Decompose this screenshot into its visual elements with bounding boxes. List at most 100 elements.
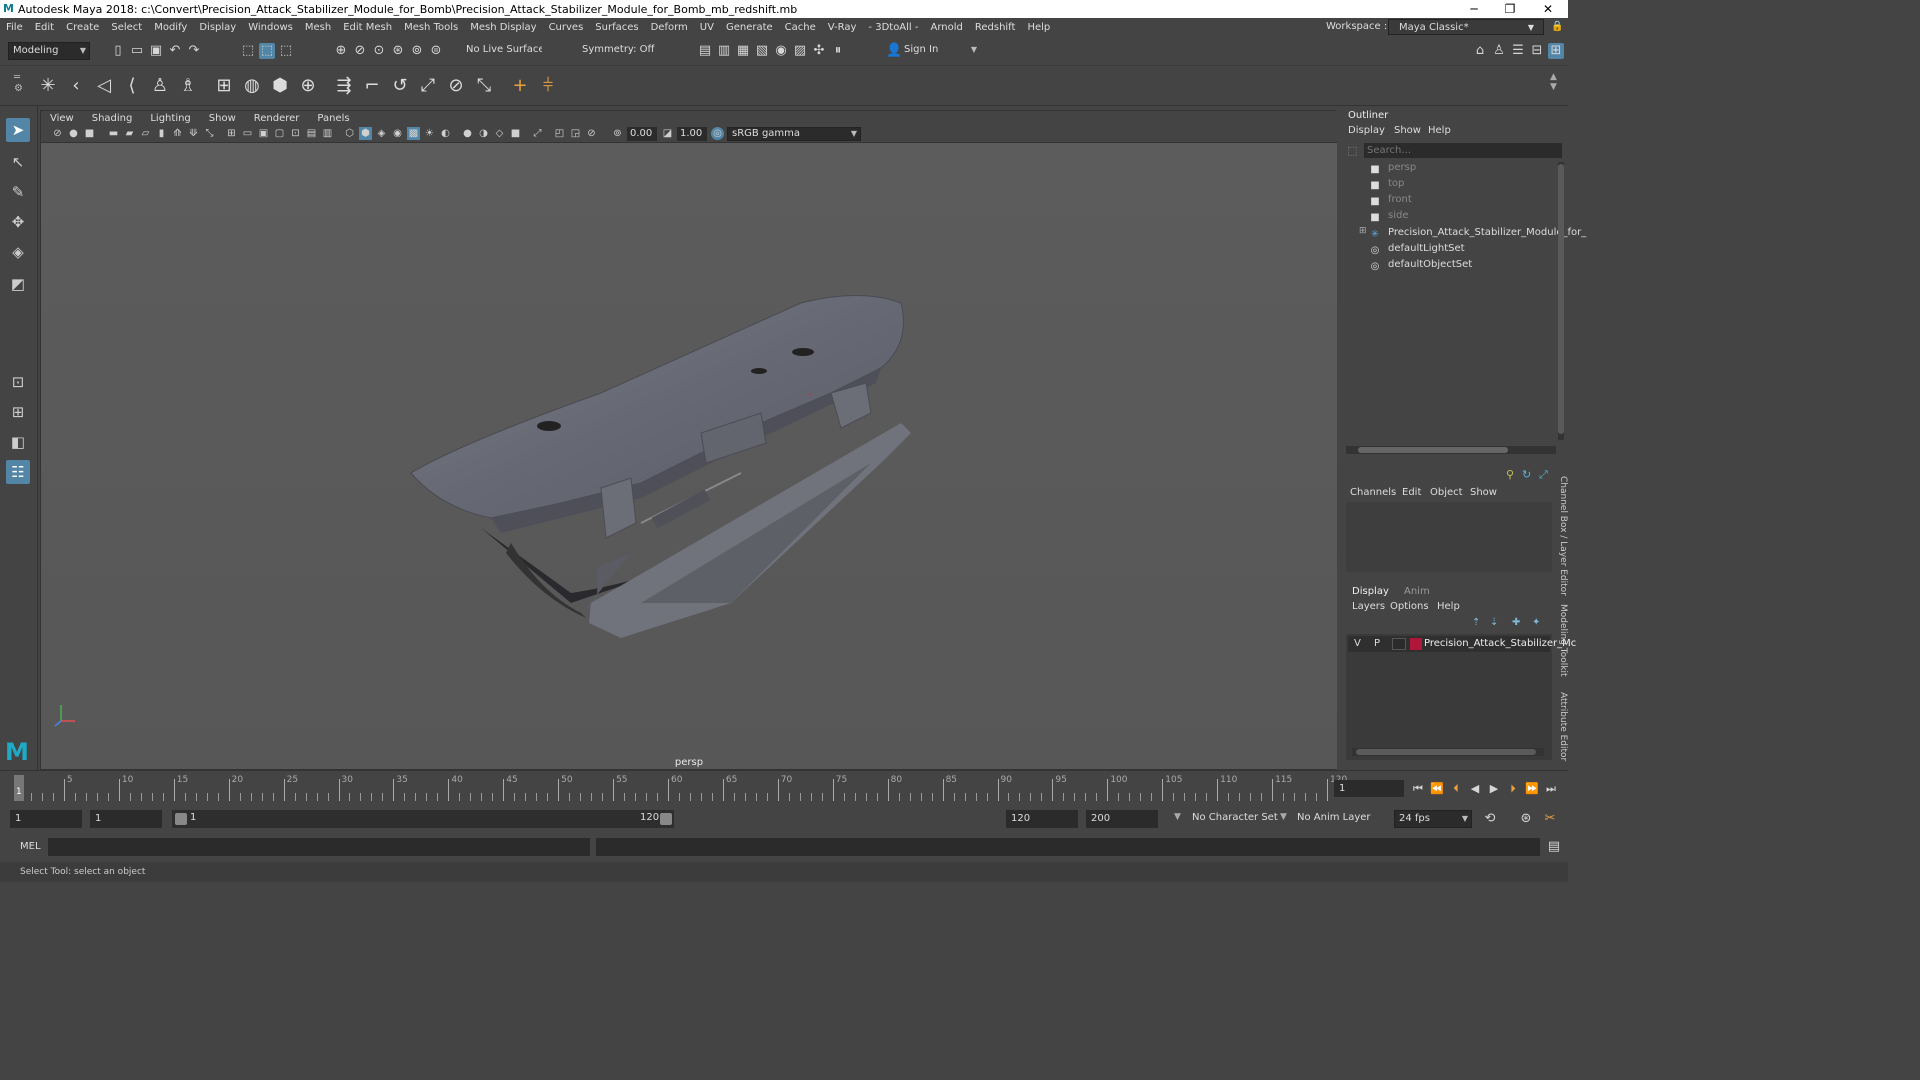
menu-vray[interactable]: V-Ray bbox=[822, 22, 863, 33]
wireframe-on-shaded-icon[interactable]: ◈ bbox=[375, 127, 388, 140]
grease-pencil-icon[interactable]: ▱ bbox=[139, 127, 152, 140]
expand-icon[interactable]: ⊞ bbox=[1359, 226, 1367, 236]
menu-mesh[interactable]: Mesh bbox=[299, 22, 337, 33]
move-layer-up-icon[interactable]: ⇡ bbox=[1472, 617, 1480, 628]
xray-icon[interactable]: ⤢ bbox=[531, 127, 544, 140]
panel-menu-lighting[interactable]: Lighting bbox=[141, 113, 199, 124]
xray-joints-icon[interactable]: ◰ bbox=[553, 127, 566, 140]
curve-pencil-icon[interactable]: ◁ bbox=[92, 74, 116, 98]
layer-tab-anim[interactable]: Anim bbox=[1404, 586, 1430, 597]
close-button[interactable]: ✕ bbox=[1530, 0, 1566, 18]
go-to-start-icon[interactable]: ⏮ bbox=[1410, 781, 1426, 797]
scroll-thumb[interactable] bbox=[1358, 447, 1508, 453]
select-hierarchy-icon[interactable]: ⬚ bbox=[240, 43, 256, 59]
menu-modify[interactable]: Modify bbox=[148, 22, 193, 33]
new-layer-selected-icon[interactable]: ✦ bbox=[1532, 617, 1540, 628]
channels-menu-show[interactable]: Show bbox=[1470, 487, 1497, 498]
color-space-dropdown[interactable]: sRGB gamma ▼ bbox=[727, 127, 861, 141]
lasso-tool-icon[interactable]: ↖ bbox=[6, 150, 30, 174]
outliner-menu-help[interactable]: Help bbox=[1428, 125, 1451, 136]
wireframe-icon[interactable]: ⬡ bbox=[343, 127, 356, 140]
skeleton-icon[interactable]: ♙ bbox=[148, 74, 172, 98]
scroll-thumb[interactable] bbox=[1558, 164, 1564, 434]
menu-generate[interactable]: Generate bbox=[720, 22, 779, 33]
auto-key-icon[interactable]: ⊛ bbox=[1518, 811, 1534, 827]
menu-arnold[interactable]: Arnold bbox=[925, 22, 969, 33]
menu-windows[interactable]: Windows bbox=[242, 22, 299, 33]
exposure-icon[interactable]: ⊚ bbox=[611, 127, 624, 140]
symmetry-dropdown[interactable]: Symmetry: Off bbox=[578, 42, 658, 60]
menu-surfaces[interactable]: Surfaces bbox=[589, 22, 644, 33]
menu-create[interactable]: Create bbox=[60, 22, 105, 33]
panel-menu-renderer[interactable]: Renderer bbox=[245, 113, 309, 124]
panel-menu-shading[interactable]: Shading bbox=[83, 113, 142, 124]
range-slider[interactable]: 1 120 bbox=[172, 810, 674, 828]
paint-select-icon[interactable]: ✎ bbox=[6, 180, 30, 204]
anim-end-field[interactable]: 200 bbox=[1086, 810, 1158, 828]
bookmark-icon[interactable]: ■ bbox=[83, 127, 96, 140]
render-settings-icon[interactable]: ▧ bbox=[754, 43, 770, 59]
move-layer-down-icon[interactable]: ⇣ bbox=[1490, 617, 1498, 628]
poly-cylinder-icon[interactable]: ⬢ bbox=[268, 74, 292, 98]
time-ruler[interactable]: 5 10 15 20 25 30 35 40 45 50 55 60 65 70 75 80 85 90 95 100… bbox=[0, 771, 1347, 805]
menu-cache[interactable]: Cache bbox=[779, 22, 822, 33]
step-forward-frame-icon[interactable]: ⏵ bbox=[1505, 781, 1521, 797]
rotate-tool-icon[interactable]: ◈ bbox=[6, 240, 30, 264]
render-setup-icon[interactable]: ▨ bbox=[792, 43, 808, 59]
layer-hscrollbar[interactable] bbox=[1352, 748, 1544, 756]
loop-icon[interactable]: ⟲ bbox=[1482, 811, 1498, 827]
channel-box-icon[interactable]: ⊞ bbox=[1548, 43, 1564, 59]
channel-box-area[interactable] bbox=[1346, 502, 1552, 572]
panel-menu-show[interactable]: Show bbox=[200, 113, 245, 124]
snap-grid-icon[interactable]: ⊕ bbox=[333, 43, 349, 59]
range-start-handle[interactable] bbox=[175, 813, 187, 825]
side-tab-channel-box[interactable]: Channel Box / Layer Editor bbox=[1552, 476, 1568, 596]
menu-edit[interactable]: Edit bbox=[29, 22, 60, 33]
outliner-menu-display[interactable]: Display bbox=[1348, 125, 1385, 136]
poly-plane-icon[interactable]: ⊕ bbox=[296, 74, 320, 98]
safe-title-icon[interactable]: ▥ bbox=[321, 127, 334, 140]
use-all-lights-icon[interactable]: ▩ bbox=[407, 127, 420, 140]
camera-bookmark-icon[interactable]: ▮ bbox=[155, 127, 168, 140]
new-layer-icon[interactable]: ✚ bbox=[1512, 617, 1520, 628]
redo-icon[interactable]: ↷ bbox=[186, 43, 202, 59]
snap-point-icon[interactable]: ⊙ bbox=[371, 43, 387, 59]
scale-tool-icon[interactable]: ◩ bbox=[6, 272, 30, 296]
screen-space-ao-icon[interactable]: ◐ bbox=[439, 127, 452, 140]
command-input[interactable] bbox=[48, 838, 590, 856]
step-back-frame-icon[interactable]: ⏴ bbox=[1448, 781, 1464, 797]
smooth-shade-icon[interactable]: ⬢ bbox=[359, 127, 372, 140]
layers-menu-options[interactable]: Options bbox=[1390, 601, 1429, 612]
curve-cv-icon[interactable]: ✳ bbox=[36, 74, 60, 98]
camera-attributes-icon[interactable]: ⊘ bbox=[51, 127, 64, 140]
mode-dropdown[interactable]: Modeling ▼ bbox=[8, 42, 90, 60]
render-view-icon[interactable]: ▤ bbox=[697, 43, 713, 59]
snap-view-icon[interactable]: ⊛ bbox=[390, 43, 406, 59]
menu-uv[interactable]: UV bbox=[694, 22, 720, 33]
isolate-select-icon[interactable]: ■ bbox=[509, 127, 522, 140]
character-controls-icon[interactable]: ♙ bbox=[1491, 43, 1507, 59]
lock-icon[interactable]: 🔒 bbox=[1551, 21, 1563, 32]
image-plane-icon[interactable]: ▬ bbox=[107, 127, 120, 140]
play-backwards-icon[interactable]: ◀ bbox=[1467, 781, 1483, 797]
modeling-toolkit-icon[interactable]: ⌂ bbox=[1472, 43, 1488, 59]
menu-help[interactable]: Help bbox=[1021, 22, 1056, 33]
ipr-render-icon[interactable]: ▦ bbox=[735, 43, 751, 59]
gamma-field[interactable]: 1.00 bbox=[677, 127, 707, 141]
menu-display[interactable]: Display bbox=[193, 22, 242, 33]
camera-lock-icon[interactable]: ● bbox=[67, 127, 80, 140]
character-set-dropdown[interactable]: No Character Set bbox=[1192, 812, 1278, 823]
four-view-icon[interactable]: ⊞ bbox=[6, 400, 30, 424]
textured-icon[interactable]: ◉ bbox=[391, 127, 404, 140]
2d-pan-icon[interactable]: ▰ bbox=[123, 127, 136, 140]
filter-icon[interactable]: ⬚ bbox=[1347, 144, 1357, 157]
new-scene-icon[interactable]: ▯ bbox=[110, 43, 126, 59]
two-view-icon[interactable]: ◧ bbox=[6, 430, 30, 454]
outliner-item-front[interactable]: ■ front bbox=[1368, 192, 1412, 208]
open-scene-icon[interactable]: ▭ bbox=[129, 43, 145, 59]
end-time-field[interactable]: 120 bbox=[1006, 810, 1078, 828]
outliner-item-persp[interactable]: ■ persp bbox=[1368, 160, 1416, 176]
outliner-vscrollbar[interactable] bbox=[1558, 162, 1564, 440]
layer-visibility-toggle[interactable]: V bbox=[1354, 638, 1361, 649]
channels-menu-edit[interactable]: Edit bbox=[1402, 487, 1421, 498]
